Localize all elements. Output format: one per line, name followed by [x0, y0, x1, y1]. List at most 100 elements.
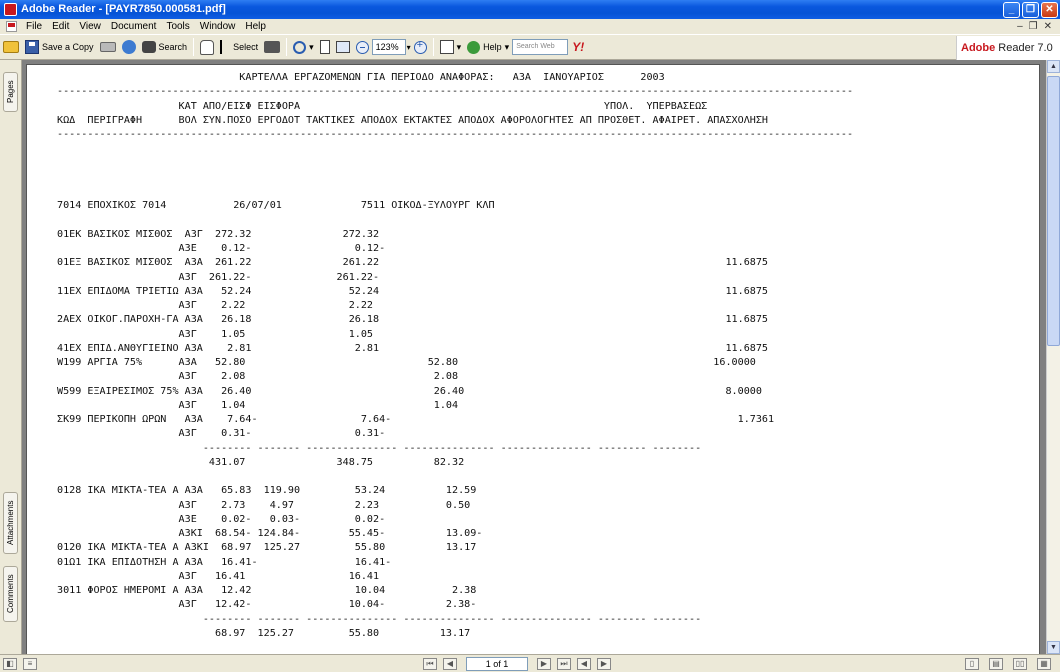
zoom-in-icon [413, 39, 427, 54]
fit-width-button[interactable] [333, 37, 353, 57]
document-text: ΚΑΡΤΕΛΛΑ ΕΡΓΑΖΟΜΕΝΩΝ ΓΙΑ ΠΕΡΙΟΔΟ ΑΝΑΦΟΡΑ… [57, 71, 853, 654]
save-copy-button[interactable]: Save a Copy [22, 37, 97, 57]
minimize-button[interactable]: _ [1003, 1, 1020, 18]
report-line: 41ΕΧ ΕΠΙΔ.ΑΝΘΥΓΙΕΙΝΟ Α3Α 2.81 2.81 11.68… [57, 342, 769, 354]
doc-minimize-icon[interactable]: – [1017, 21, 1023, 32]
report-line: Α3Γ 0.31- 0.31- [57, 428, 386, 440]
scroll-thumb[interactable] [1047, 76, 1060, 346]
options-icon[interactable]: ≡ [23, 657, 37, 670]
doc-close-icon[interactable]: ✕ [1044, 21, 1052, 32]
report-line: Α3ΚΙ 68.54- 124.84- 55.45- 13.09- [57, 528, 483, 539]
menu-document[interactable]: Document [106, 19, 162, 34]
camera-icon [264, 41, 281, 53]
report-line: Α3Ε 0.02- 0.03- 0.02- [57, 513, 386, 525]
chevron-down-icon: ▾ [504, 41, 510, 52]
previous-view-icon[interactable]: ◀ [577, 657, 591, 670]
report-line: 012Θ ΙΚΑ ΜΙΚΤΑ-ΤΕΑ Α Α3ΚΙ 68.97 125.27 5… [57, 542, 477, 554]
search-web-field[interactable]: Search Web [512, 39, 569, 55]
report-line: Α3Γ 2.08 2.08 [57, 371, 459, 383]
report-line: 2ΑΕΧ ΟΙΚΟΓ.ΠΑΡΟΧΗ-ΓΑ Α3Α 26.18 26.18 11.… [57, 314, 769, 326]
page-number-field[interactable]: 1 of 1 [466, 656, 528, 671]
report-line: Α3Γ 2.22 2.22 [57, 300, 374, 311]
tab-comments[interactable]: Comments [3, 566, 18, 622]
chevron-down-icon: ▾ [309, 41, 314, 52]
zoom-tool-button[interactable]: ▾ [290, 37, 317, 57]
page-navigation: ⏮ ◀ 1 of 1 ▶ ⏭ ◀ ▶ [420, 656, 614, 671]
select-label: Select [233, 42, 259, 52]
restore-button[interactable]: ❐ [1022, 1, 1039, 18]
report-line: W199 ΑΡΓΙΑ 75% Α3Α 52.80 52.80 16.0000 [57, 357, 756, 368]
tab-attachments[interactable]: Attachments [3, 492, 18, 554]
email-button[interactable] [119, 37, 139, 57]
toolbar-separator [193, 38, 195, 56]
next-view-icon[interactable]: ▶ [597, 657, 611, 670]
select-tool-button[interactable]: Select [217, 37, 261, 57]
toolbar-separator [432, 38, 434, 56]
report-line: Α3Γ 1.05 1.05 [57, 328, 374, 340]
report-line: Α3Γ 261.22- 261.22- [57, 271, 380, 283]
snapshot-button[interactable] [261, 37, 283, 57]
menu-help[interactable]: Help [240, 19, 271, 34]
vertical-scrollbar[interactable]: ▲ ▼ [1046, 60, 1060, 654]
document-view[interactable]: ΚΑΡΤΕΛΛΑ ΕΡΓΑΖΟΜΕΝΩΝ ΓΙΑ ΠΕΡΙΟΔΟ ΑΝΑΦΟΡΑ… [22, 60, 1046, 654]
tab-pages[interactable]: Pages [3, 72, 18, 112]
zoom-in-button[interactable] [411, 37, 430, 57]
report-line: Α3Γ 16.41 16.41 [57, 570, 380, 582]
adobe-reader-icon [4, 3, 17, 16]
open-button[interactable] [0, 37, 22, 57]
fit-page-button[interactable] [317, 37, 333, 57]
scroll-down-arrow-icon[interactable]: ▼ [1047, 641, 1060, 654]
report-line: 431.07 348.75 82.32 [57, 456, 465, 468]
help-button[interactable]: Help ▾ [464, 37, 512, 57]
scroll-up-arrow-icon[interactable]: ▲ [1047, 60, 1060, 73]
menu-view[interactable]: View [74, 19, 106, 34]
zoom-out-button[interactable] [353, 37, 372, 57]
page-layout-icon [439, 40, 454, 54]
close-button[interactable]: ✕ [1041, 1, 1058, 18]
report-line: W599 ΕΞΑΙΡΕΣΙΜΟΣ 75% Α3Α 26.40 26.40 8.0… [57, 385, 762, 397]
report-line: ΣΚ99 ΠΕΡΙΚΟΠΗ ΩΡΩΝ Α3Α 7.64- 7.64- 1.736… [57, 414, 775, 425]
window-title: Adobe Reader - [PAYR7850.000581.pdf] [21, 3, 226, 15]
doc-restore-icon[interactable]: ❐ [1029, 21, 1038, 32]
report-line: 01Ω1 ΙΚΑ ΕΠΙΔΟΤΗΣΗ Α Α3Α 16.41- 16.41- [57, 556, 392, 568]
toolbar-separator [286, 38, 288, 56]
search-button[interactable]: Search [139, 37, 191, 57]
status-bar: ◧ ≡ ⏮ ◀ 1 of 1 ▶ ⏭ ◀ ▶ ▯ ▤ ▯▯ ▦ [0, 654, 1060, 672]
report-line: 11ΕΧ ΕΠΙΔΟΜΑ ΤΡΙΕΤΙΩ Α3Α 52.24 52.24 11.… [57, 285, 769, 297]
report-line: 0128 ΙΚΑ ΜΙΚΤΑ-ΤΕΑ Α Α3Α 65.83 119.90 53… [57, 485, 477, 497]
adobe-reader-logo: Adobe Reader 7.0 [956, 36, 1060, 60]
menu-window[interactable]: Window [195, 19, 241, 34]
report-line: Α3Γ 12.42- 10.04- 2.38- [57, 599, 477, 611]
email-icon [121, 40, 136, 54]
hand-tool-button[interactable] [197, 37, 217, 57]
menu-tools[interactable]: Tools [161, 19, 194, 34]
print-button[interactable] [97, 37, 119, 57]
report-line: ΚΑΤ ΑΠΟ/ΕΙΣΦ ΕΙΣΦΟΡΑ ΥΠΟΛ. ΥΠΕΡΒΑΣΕΩΣ [57, 100, 708, 112]
report-line: ----------------------------------------… [57, 129, 854, 140]
first-page-icon[interactable]: ⏮ [423, 657, 437, 670]
yahoo-search-button[interactable]: Y! [572, 40, 584, 54]
menu-edit[interactable]: Edit [47, 19, 74, 34]
help-icon [467, 40, 481, 54]
single-page-icon[interactable]: ▯ [965, 657, 979, 670]
page-layout-buttons: ▯ ▤ ▯▯ ▦ [962, 657, 1060, 670]
fit-page-icon [319, 40, 330, 54]
previous-page-icon[interactable]: ◀ [443, 657, 457, 670]
page-layout-button[interactable]: ▾ [437, 37, 465, 57]
chevron-down-icon: ▾ [456, 41, 462, 52]
report-line: 01ΕΚ ΒΑΣΙΚΟΣ ΜΙΣΘΟΣ Α3Γ 272.32 272.32 [57, 228, 380, 240]
report-line: ΚΑΡΤΕΛΛΑ ΕΡΓΑΖΟΜΕΝΩΝ ΓΙΑ ΠΕΡΙΟΔΟ ΑΝΑΦΟΡΑ… [57, 72, 665, 83]
save-icon [25, 40, 39, 54]
navigation-pane: Pages Attachments Comments [0, 60, 22, 654]
menu-bar: File Edit View Document Tools Window Hel… [0, 19, 1060, 34]
last-page-icon[interactable]: ⏭ [557, 657, 571, 670]
menu-file[interactable]: File [21, 19, 47, 34]
facing-icon[interactable]: ▯▯ [1013, 657, 1027, 670]
zoom-icon [293, 40, 307, 54]
zoom-level-field[interactable]: 123% [371, 39, 406, 55]
navigation-pane-toggle-icon[interactable]: ◧ [3, 657, 17, 670]
next-page-icon[interactable]: ▶ [537, 657, 551, 670]
continuous-facing-icon[interactable]: ▦ [1037, 657, 1051, 670]
document-icon[interactable] [6, 21, 17, 32]
continuous-icon[interactable]: ▤ [989, 657, 1003, 670]
